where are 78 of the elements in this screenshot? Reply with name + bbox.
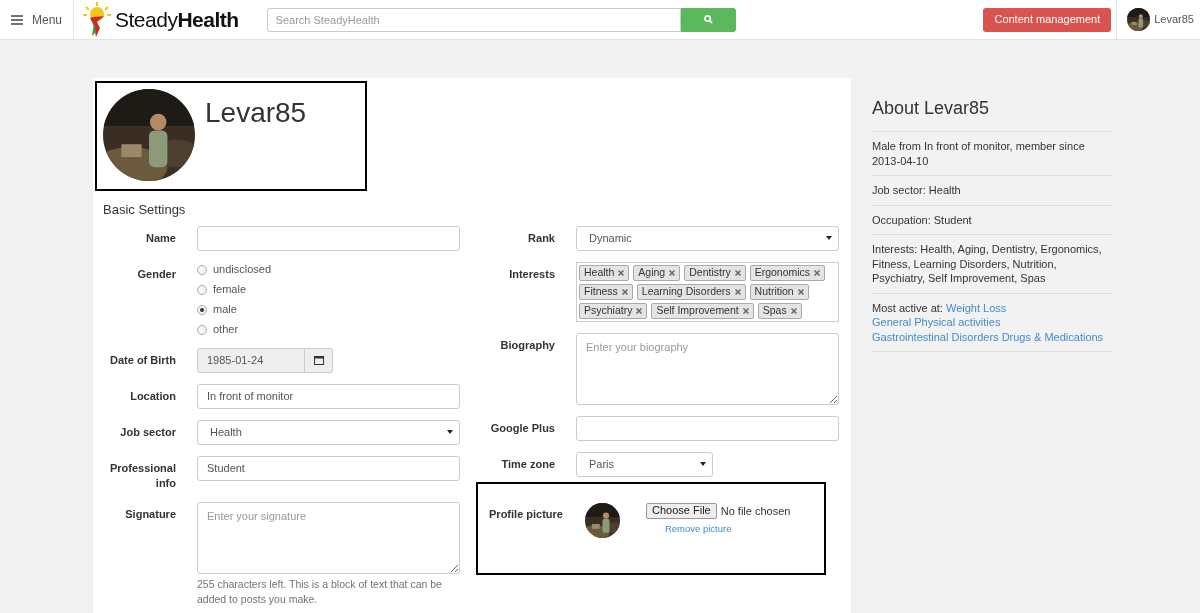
caret-icon (700, 462, 706, 466)
interest-tag[interactable]: Learning Disorders (636, 283, 746, 300)
about-text: Most active at: Weight Loss General Physical activities Gastrointestinal Disorders Drugs & Medications (872, 300, 1105, 344)
about-text: Interests: Health, Aging, Dentistry, Ergonomics, Fitness, Learning Disorders, Nutrition, Psychiatry, Self Improvement, Spas (872, 242, 1103, 286)
remove-picture-link[interactable]: Remove picture (664, 522, 732, 537)
field-label: Gender (136, 266, 176, 282)
interest-tag[interactable]: Spas (757, 302, 802, 319)
text-field[interactable]: Student (197, 455, 460, 481)
remove-icon[interactable] (797, 288, 804, 295)
help-text: 255 characters left. This is a block of text that can be added to posts you make. (197, 576, 443, 607)
choose-file-button[interactable]: Choose File (646, 502, 717, 519)
interest-tag[interactable]: Psychiatry (579, 302, 648, 319)
field-label: Location (129, 388, 176, 404)
user-name[interactable]: Levar85 (1154, 11, 1194, 28)
menu-icon (11, 14, 23, 25)
interest-tag[interactable]: Aging (633, 264, 681, 281)
radio-button[interactable] (197, 324, 207, 335)
field-label: Profile picture (488, 506, 563, 522)
logo-text[interactable]: SteadyHealth (115, 3, 239, 36)
profile-username: Levar85 (205, 99, 307, 127)
interest-tag[interactable]: Self Improvement (651, 302, 754, 319)
section-title: Basic Settings (103, 201, 187, 219)
calendar-icon (313, 355, 324, 365)
interest-tag[interactable]: Dentistry (684, 264, 746, 281)
menu-button[interactable]: Menu (0, 0, 75, 39)
radio-button[interactable] (197, 304, 207, 315)
radio-label: female (213, 282, 247, 298)
field-label: Job sector (119, 424, 176, 440)
select-field[interactable]: Dynamic (576, 225, 839, 251)
interest-tag[interactable]: Ergonomics (749, 264, 826, 281)
text-field[interactable] (197, 225, 460, 251)
interest-tag[interactable]: Fitness (579, 283, 633, 300)
field-label: Time zone (500, 456, 555, 472)
about-text: Male from In front of monitor, member since 2013-04-10 (872, 139, 1086, 168)
remove-icon[interactable] (734, 288, 741, 295)
date-field[interactable]: 1985-01-24 (197, 347, 305, 373)
remove-icon[interactable] (636, 307, 643, 314)
about-text: Occupation: Student (872, 212, 973, 227)
caret-icon (447, 430, 453, 434)
select-field[interactable]: Health (197, 419, 460, 445)
about-text: Job sector: Health (872, 183, 962, 198)
remove-icon[interactable] (742, 307, 749, 314)
remove-icon[interactable] (669, 269, 676, 276)
remove-icon[interactable] (618, 269, 625, 276)
logo-icon (82, 1, 113, 38)
calendar-button[interactable] (305, 347, 333, 373)
radio-button[interactable] (197, 264, 207, 275)
field-label: Name (145, 230, 176, 246)
remove-icon[interactable] (621, 288, 628, 295)
field-label: Interests (508, 266, 555, 282)
radio-label: male (213, 302, 237, 318)
interest-tag[interactable]: Nutrition (749, 283, 809, 300)
field-label: Rank (527, 230, 555, 246)
text-area[interactable]: Enter your biography (576, 332, 839, 405)
text-field[interactable]: In front of monitor (197, 383, 460, 409)
text-area[interactable]: Enter your signature (197, 501, 460, 574)
text-field[interactable] (576, 415, 839, 441)
about-title: About Levar85 (872, 95, 1112, 132)
radio-button[interactable] (197, 284, 207, 295)
content-management-button[interactable]: Content management (983, 7, 1112, 32)
field-label: Google Plus (489, 420, 555, 436)
field-label: Biography (499, 337, 555, 353)
select-field[interactable]: Paris (576, 451, 713, 477)
file-status: No file chosen (720, 503, 791, 519)
remove-icon[interactable] (790, 307, 797, 314)
search-button[interactable] (680, 7, 736, 32)
tags-field[interactable]: Health Aging Dentistry Ergonomics Fitness Learning Disorders Nutrition Psychiatry Self Improvement Spas (576, 261, 839, 322)
remove-icon[interactable] (814, 269, 821, 276)
search-field[interactable]: Search SteadyHealth (266, 7, 681, 32)
radio-label: undisclosed (213, 262, 272, 278)
interest-tag[interactable]: Health (579, 264, 630, 281)
radio-label: other (213, 322, 239, 338)
field-label: Signature (124, 506, 176, 522)
search-icon (703, 15, 713, 24)
remove-icon[interactable] (734, 269, 741, 276)
caret-icon (826, 236, 832, 240)
field-label: Professional info (108, 460, 176, 491)
field-label: Date of Birth (109, 352, 176, 368)
